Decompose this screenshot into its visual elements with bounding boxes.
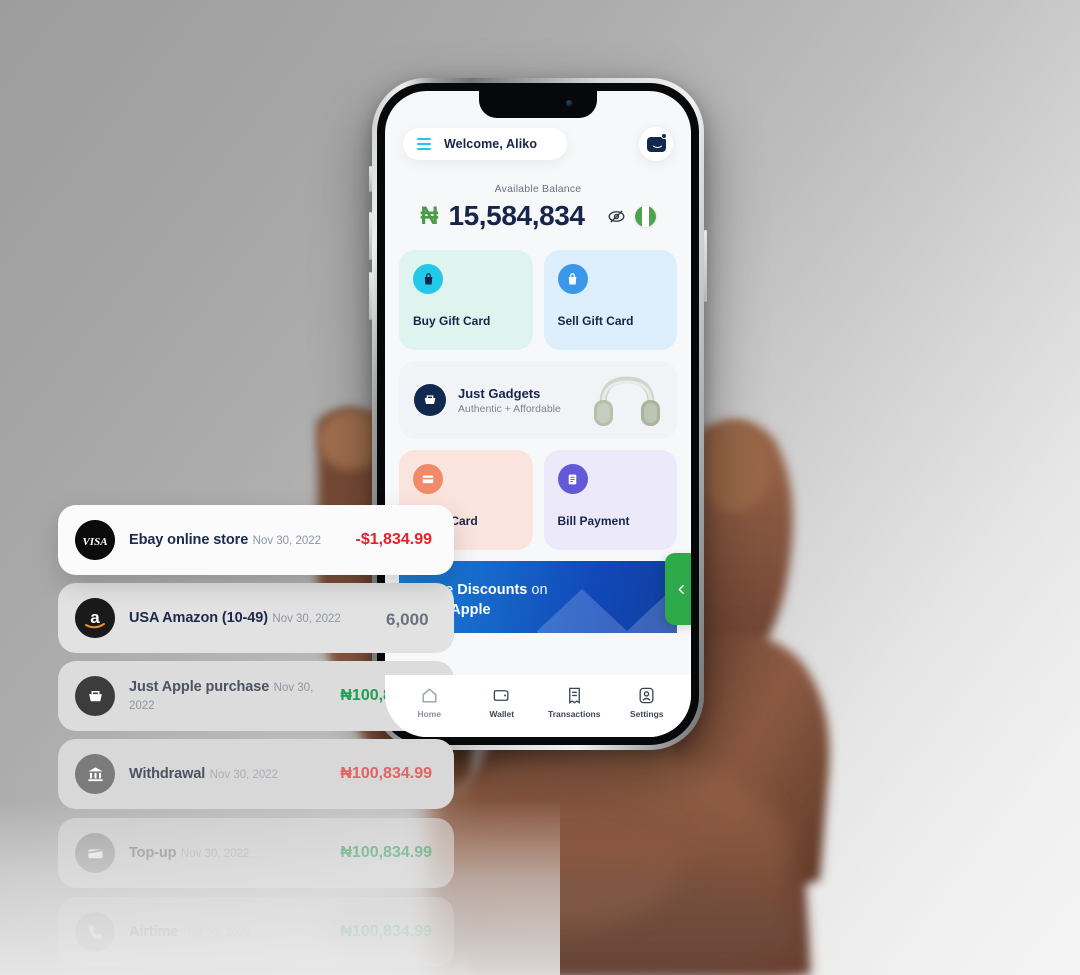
transaction-name: Airtime [129,924,179,940]
headphones-product-image [594,376,660,426]
promo-subtitle: Authentic + Affordable [458,402,561,415]
document-icon [557,464,588,494]
eye-off-icon[interactable] [607,207,626,226]
amazon-logo-icon: a [75,598,115,638]
transaction-name: USA Amazon (10-49) [129,610,268,626]
user-account-icon [639,687,654,703]
naira-symbol: ₦ [420,201,439,230]
balance-amount: 15,584,834 [448,200,585,231]
welcome-pill[interactable]: Welcome, Aliko [403,128,568,160]
transaction-name: Just Apple purchase [129,679,270,695]
notch [479,91,597,118]
promo-title: Just Gadgets [458,385,541,401]
sell-gift-card-tile[interactable]: Sell Gift Card [543,250,677,350]
transaction-row[interactable]: VISA Ebay online store Nov 30, 2022 -$1,… [58,505,454,575]
tab-label: Wallet [489,708,515,719]
card-icon [413,464,443,494]
power-button[interactable] [704,230,707,302]
tile-label: Sell Gift Card [557,314,634,328]
tab-home[interactable]: Home [398,686,460,719]
transaction-amount: ₦100,834.99 [340,765,432,782]
transaction-name: Withdrawal [129,766,206,782]
tile-label: Buy Gift Card [413,314,491,328]
volume-down-button[interactable] [369,272,372,320]
receipt-icon [568,687,580,704]
transaction-amount: ₦100,834.99 [340,923,432,940]
bottom-tab-bar: Home Wallet Transactions Settings [385,675,691,737]
balance-label: Available Balance [494,183,582,195]
card-icon [75,833,115,873]
buy-gift-card-tile[interactable]: Buy Gift Card [399,250,533,350]
side-drawer-toggle[interactable] [665,553,691,625]
transaction-row[interactable]: Withdrawal Nov 30, 2022 ₦100,834.99 [58,739,454,809]
tab-label: Transactions [548,708,601,719]
bill-payment-tile[interactable]: Bill Payment [543,450,677,550]
quick-actions-row-1: Buy Gift Card Sell Gift Card [399,250,677,350]
balance-section: Available Balance ₦ 15,584,834 [399,161,677,250]
chevron-decoration [537,589,677,633]
tab-settings[interactable]: Settings [616,686,678,719]
tile-label: Bill Payment [557,514,630,528]
transaction-amount: ₦100,834.99 [340,844,432,861]
mute-switch[interactable] [369,166,372,192]
tab-transactions[interactable]: Transactions [543,686,605,719]
basket-icon [414,384,446,416]
transaction-name: Top-up [129,845,177,861]
hamburger-icon[interactable] [417,138,431,150]
transaction-date: Nov 30, 2022 [209,769,279,781]
volume-up-button[interactable] [369,212,372,260]
transaction-date: Nov 30, 2022 [252,535,322,547]
transaction-date: Nov 30, 2022 [180,848,250,860]
transaction-row[interactable]: Top-up Nov 30, 2022 ₦100,834.99 [58,818,454,888]
just-gadgets-promo-card[interactable]: Just Gadgets Authentic + Affordable [399,361,677,439]
tab-label: Settings [629,708,664,719]
tab-label: Home [417,708,442,719]
bank-icon [75,754,115,794]
svg-text:a: a [90,608,100,627]
shopping-bag-icon [413,264,443,294]
tab-wallet[interactable]: Wallet [471,686,533,719]
mail-notification-icon[interactable] [639,127,673,161]
chevron-left-icon [678,584,684,594]
wallet-icon [493,689,509,701]
transaction-date: Nov 30, 2022 [182,927,252,939]
welcome-text: Welcome, Aliko [444,137,538,151]
nigeria-flag-icon[interactable] [634,205,656,227]
balance-row: ₦ 15,584,834 [399,200,677,232]
shopping-bag-icon [557,264,588,294]
transaction-date: Nov 30, 2022 [272,613,341,625]
svg-text:VISA: VISA [82,536,107,548]
visa-logo-icon: VISA [75,520,115,560]
transaction-row[interactable]: Airtime Nov 30, 2022 ₦100,834.99 [58,897,454,967]
basket-icon [75,676,115,716]
transaction-amount: -$1,834.99 [355,531,432,548]
notification-badge [661,133,667,139]
home-icon [422,687,437,703]
transaction-name: Ebay online store [129,532,249,548]
partial-amount-text: 6,000 [386,610,429,629]
phone-icon [75,912,115,952]
